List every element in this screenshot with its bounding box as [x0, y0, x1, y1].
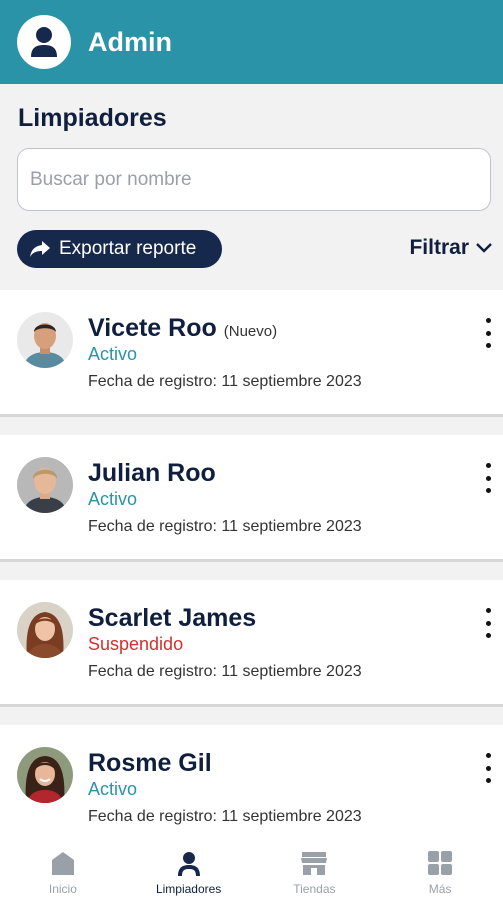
- more-options-icon[interactable]: [483, 753, 493, 783]
- more-options-icon[interactable]: [483, 608, 493, 638]
- avatar: [17, 312, 73, 368]
- avatar: [17, 457, 73, 513]
- cleaner-card[interactable]: Rosme Gil Activo Fecha de registro: 11 s…: [0, 725, 503, 852]
- cleaner-card[interactable]: Scarlet James Suspendido Fecha de regist…: [0, 580, 503, 707]
- chevron-down-icon: [476, 243, 492, 253]
- registration-date: Fecha de registro: 11 septiembre 2023: [88, 373, 362, 390]
- store-icon: [301, 852, 328, 875]
- nav-item-mas[interactable]: Más: [377, 836, 503, 900]
- nav-label: Inicio: [48, 882, 77, 896]
- filter-label: Filtrar: [409, 236, 469, 259]
- nav-label: Más: [428, 882, 452, 896]
- bottom-navigation: Inicio Limpiadores Tiendas Más: [0, 836, 503, 900]
- search-input[interactable]: [17, 148, 491, 211]
- header-title: Admin: [88, 26, 172, 57]
- status-label: Suspendido: [88, 634, 184, 654]
- more-options-icon[interactable]: [483, 463, 493, 493]
- page-title: Limpiadores: [18, 104, 167, 132]
- cleaner-name: Scarlet James: [88, 604, 257, 632]
- avatar: [17, 602, 73, 658]
- cleaner-card[interactable]: Julian Roo Activo Fecha de registro: 11 …: [0, 435, 503, 562]
- status-label: Activo: [88, 779, 138, 799]
- cleaner-card[interactable]: Vicete Roo (Nuevo) Activo Fecha de regis…: [0, 290, 503, 417]
- user-avatar-icon[interactable]: [17, 15, 71, 69]
- home-icon: [51, 852, 74, 875]
- nav-label: Tiendas: [293, 882, 336, 896]
- cleaner-name: Julian Roo: [88, 459, 216, 487]
- grid-icon: [428, 851, 453, 875]
- status-label: Activo: [88, 489, 138, 509]
- person-icon: [177, 852, 200, 876]
- nav-item-tiendas[interactable]: Tiendas: [252, 836, 378, 900]
- filter-button[interactable]: Filtrar: [409, 236, 493, 260]
- registration-date: Fecha de registro: 11 septiembre 2023: [88, 518, 362, 535]
- status-label: Activo: [88, 344, 138, 364]
- export-report-label: Exportar reporte: [59, 238, 197, 259]
- avatar: [17, 747, 73, 803]
- more-options-icon[interactable]: [483, 318, 493, 348]
- cleaners-list: Vicete Roo (Nuevo) Activo Fecha de regis…: [0, 290, 503, 870]
- cleaner-name: Rosme Gil: [88, 749, 212, 777]
- nav-label: Limpiadores: [155, 882, 222, 896]
- app-header: Admin: [0, 0, 503, 84]
- cleaner-name: Vicete Roo: [88, 314, 217, 342]
- export-report-button[interactable]: Exportar reporte: [17, 230, 222, 268]
- nav-item-inicio[interactable]: Inicio: [0, 836, 126, 900]
- nav-item-limpiadores[interactable]: Limpiadores: [126, 836, 252, 900]
- registration-date: Fecha de registro: 11 septiembre 2023: [88, 663, 362, 680]
- new-tag: (Nuevo): [223, 323, 278, 340]
- registration-date: Fecha de registro: 11 septiembre 2023: [88, 808, 362, 825]
- share-arrow-icon: [30, 241, 50, 257]
